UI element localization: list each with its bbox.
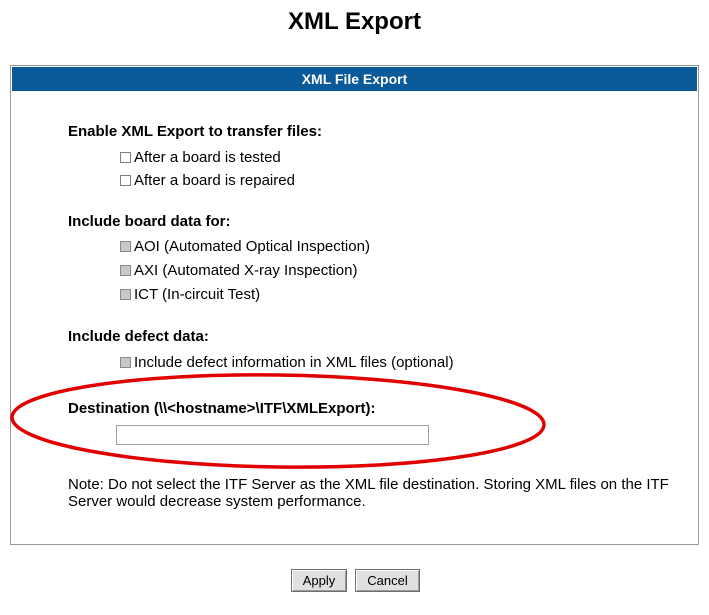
ict-label: ICT (In-circuit Test) (134, 286, 261, 303)
option-include-defect: Include defect information in XML files … (120, 354, 454, 371)
page-title: XML Export (288, 8, 421, 35)
axi-label: AXI (Automated X-ray Inspection) (134, 262, 358, 279)
cancel-button[interactable]: Cancel (355, 569, 420, 592)
xml-export-panel: XML File Export Enable XML Export to tra… (10, 65, 699, 545)
panel-header: XML File Export (12, 67, 697, 91)
aoi-checkbox (120, 241, 131, 252)
export-section-title: Enable XML Export to transfer files: (68, 123, 322, 140)
ict-checkbox (120, 289, 131, 300)
apply-button[interactable]: Apply (291, 569, 347, 592)
option-axi: AXI (Automated X-ray Inspection) (120, 262, 357, 279)
destination-label: Destination (\\<hostname>\ITF\XMLExport)… (68, 400, 376, 417)
aoi-label: AOI (Automated Optical Inspection) (134, 238, 370, 255)
after-tested-label: After a board is tested (134, 149, 281, 166)
option-after-tested[interactable]: After a board is tested (120, 149, 281, 166)
option-after-repaired[interactable]: After a board is repaired (120, 172, 295, 189)
after-repaired-checkbox[interactable] (120, 175, 131, 186)
defect-section-title: Include defect data: (68, 328, 209, 345)
note-text: Note: Do not select the ITF Server as th… (68, 476, 669, 510)
board-data-section-title: Include board data for: (68, 213, 231, 230)
option-aoi: AOI (Automated Optical Inspection) (120, 238, 370, 255)
after-repaired-label: After a board is repaired (134, 172, 295, 189)
include-defect-label: Include defect information in XML files … (134, 354, 454, 371)
axi-checkbox (120, 265, 131, 276)
after-tested-checkbox[interactable] (120, 152, 131, 163)
destination-input[interactable] (116, 425, 429, 445)
include-defect-checkbox (120, 357, 131, 368)
option-ict: ICT (In-circuit Test) (120, 286, 260, 303)
